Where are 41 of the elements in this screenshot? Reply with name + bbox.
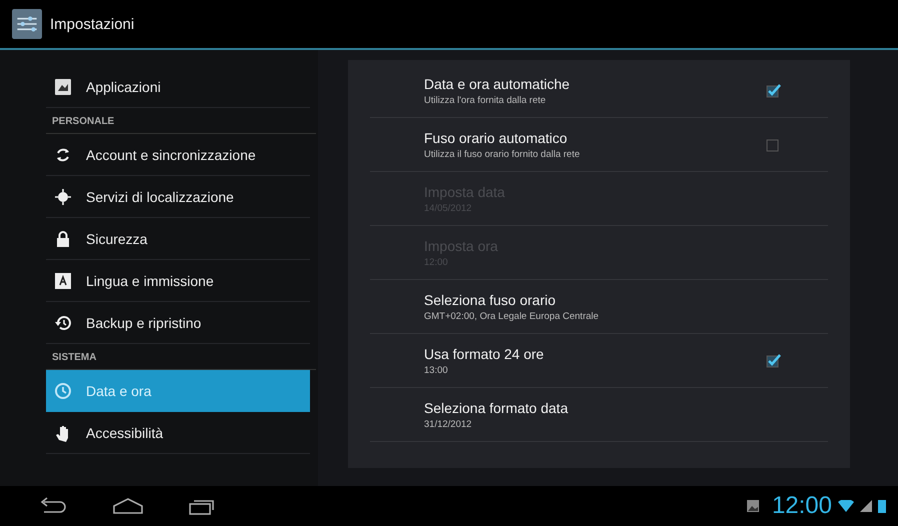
signal-icon [860, 500, 872, 512]
section-header: PERSONALE [46, 108, 316, 134]
setting-title: Seleziona fuso orario [424, 292, 557, 308]
setting-title: Fuso orario automatico [424, 130, 568, 146]
letter-icon [54, 272, 72, 290]
setting-summary: 31/12/2012 [424, 418, 473, 430]
setting-summary: GMT+02:00, Ora Legale Europa Centrale [424, 310, 600, 322]
setting-summary: Utilizza l'ora fornita dalla rete [424, 94, 547, 106]
setting-title: Data e ora automatiche [424, 76, 571, 92]
settings-app-icon[interactable] [12, 9, 42, 39]
sidebar-item[interactable]: Lingua e immissione [46, 260, 310, 302]
sidebar-item[interactable]: Backup e ripristino [46, 302, 310, 344]
battery-icon [878, 499, 886, 513]
image-icon[interactable] [746, 499, 760, 513]
recent-apps-icon[interactable] [188, 497, 216, 515]
setting-summary: Utilizza il fuso orario fornito dalla rete [424, 148, 581, 160]
location-icon [54, 188, 72, 206]
setting-row[interactable]: Seleziona fuso orario GMT+02:00, Ora Legale Europa Centrale [370, 280, 828, 334]
sidebar-item[interactable]: Sicurezza [46, 218, 310, 260]
setting-row[interactable]: Usa formato 24 ore 13:00 [370, 334, 828, 388]
clock-icon [54, 382, 72, 400]
checkbox[interactable] [766, 352, 782, 368]
restore-icon [54, 314, 72, 332]
picture-icon [54, 78, 72, 96]
sidebar-item[interactable]: Accessibilità [46, 412, 310, 454]
setting-title: Seleziona formato data [424, 400, 569, 416]
sidebar-item[interactable]: Servizi di localizzazione [46, 176, 310, 218]
setting-row[interactable]: Seleziona formato data 31/12/2012 [370, 388, 828, 442]
setting-row[interactable]: Data e ora automatiche Utilizza l'ora fornita dalla rete [370, 64, 828, 118]
checkbox[interactable] [766, 82, 782, 98]
sidebar-item[interactable]: Applicazioni [46, 66, 310, 108]
home-icon[interactable] [112, 497, 144, 515]
setting-row[interactable]: Fuso orario automatico Utilizza il fuso orario fornito dalla rete [370, 118, 828, 172]
clock-time: 12:00 [772, 492, 832, 520]
wifi-icon [838, 500, 854, 512]
setting-title: Usa formato 24 ore [424, 346, 545, 362]
sidebar-item[interactable]: Account e sincronizzazione [46, 134, 310, 176]
back-icon[interactable] [38, 497, 68, 515]
setting-summary: 13:00 [424, 364, 449, 376]
screen-title: Impostazioni [50, 16, 134, 32]
lock-icon [54, 230, 72, 248]
